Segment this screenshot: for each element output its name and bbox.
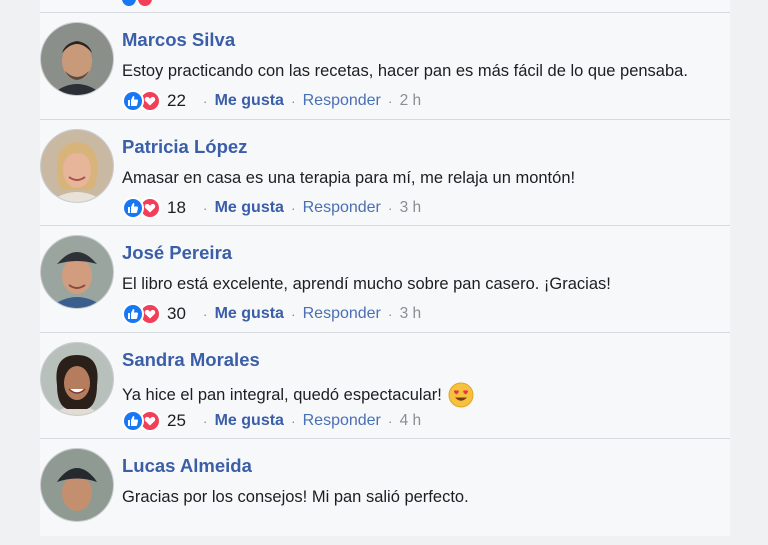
avatar[interactable] — [40, 448, 114, 522]
reply-button[interactable]: Responder — [303, 199, 381, 217]
reaction-summary[interactable] — [122, 197, 161, 219]
avatar[interactable] — [40, 129, 114, 203]
comment-timestamp[interactable]: 3 h — [400, 199, 422, 217]
thumbs-up-icon — [122, 410, 144, 432]
reaction-count: 30 — [167, 304, 186, 323]
separator-dot: · — [290, 413, 296, 429]
like-button[interactable]: Me gusta — [215, 305, 284, 323]
reply-button[interactable]: Responder — [303, 305, 381, 323]
comment-author[interactable]: Patricia López — [122, 136, 247, 158]
comment-actions: 30 · Me gusta · Responder · 3 h — [122, 303, 421, 325]
comment-item: Lucas Almeida Gracias por los consejos! … — [40, 438, 730, 545]
comment-text: Amasar en casa es una terapia para mí, m… — [122, 169, 576, 187]
comment-item: Marcos Silva Estoy practicando con las r… — [40, 12, 730, 119]
like-button[interactable]: Me gusta — [215, 199, 284, 217]
separator-dot: · — [290, 93, 296, 109]
comment-text: Ya hice el pan integral, quedó espectacu… — [122, 382, 474, 408]
separator-dot: · — [202, 413, 208, 429]
separator-dot: · — [387, 93, 393, 109]
comment-timestamp[interactable]: 4 h — [400, 412, 422, 430]
comment-text: Estoy practicando con las recetas, hacer… — [122, 62, 688, 80]
separator-dot: · — [387, 306, 393, 322]
previous-comment-reactions — [122, 0, 152, 6]
reaction-summary[interactable] — [122, 303, 161, 325]
comment-actions: 22 · Me gusta · Responder · 2 h — [122, 90, 421, 112]
thumbs-up-icon — [122, 90, 144, 112]
separator-dot: · — [387, 413, 393, 429]
reaction-summary[interactable] — [122, 90, 161, 112]
reaction-count: 18 — [167, 198, 186, 217]
comment-timestamp[interactable]: 2 h — [400, 92, 422, 110]
separator-dot: · — [202, 200, 208, 216]
comment-item: José Pereira El libro está excelente, ap… — [40, 225, 730, 332]
thumbs-up-icon — [122, 0, 136, 6]
comment-actions: 18 · Me gusta · Responder · 3 h — [122, 197, 421, 219]
separator-dot: · — [290, 200, 296, 216]
comment-text: El libro está excelente, aprendí mucho s… — [122, 275, 611, 293]
like-button[interactable]: Me gusta — [215, 412, 284, 430]
separator-dot: · — [387, 200, 393, 216]
reply-button[interactable]: Responder — [303, 412, 381, 430]
separator-dot: · — [202, 93, 208, 109]
comment-text: Gracias por los consejos! Mi pan salió p… — [122, 488, 469, 506]
avatar[interactable] — [40, 22, 114, 96]
thumbs-up-icon — [122, 303, 144, 325]
comment-author[interactable]: José Pereira — [122, 242, 232, 264]
reaction-count: 22 — [167, 91, 186, 110]
separator-dot: · — [202, 306, 208, 322]
reaction-summary[interactable] — [122, 410, 161, 432]
heart-icon — [138, 0, 152, 6]
comment-author[interactable]: Sandra Morales — [122, 349, 260, 371]
reply-button[interactable]: Responder — [303, 92, 381, 110]
avatar[interactable] — [40, 235, 114, 309]
comment-item: Sandra Morales Ya hice el pan integral, … — [40, 332, 730, 439]
heart-eyes-emoji — [448, 382, 474, 408]
thumbs-up-icon — [122, 197, 144, 219]
like-button[interactable]: Me gusta — [215, 92, 284, 110]
comment-author[interactable]: Marcos Silva — [122, 29, 235, 51]
comment-author[interactable]: Lucas Almeida — [122, 455, 252, 477]
comment-item: Patricia López Amasar en casa es una ter… — [40, 119, 730, 226]
comment-actions: 25 · Me gusta · Responder · 4 h — [122, 410, 421, 432]
avatar[interactable] — [40, 342, 114, 416]
comment-timestamp[interactable]: 3 h — [400, 305, 422, 323]
separator-dot: · — [290, 306, 296, 322]
reaction-count: 25 — [167, 411, 186, 430]
